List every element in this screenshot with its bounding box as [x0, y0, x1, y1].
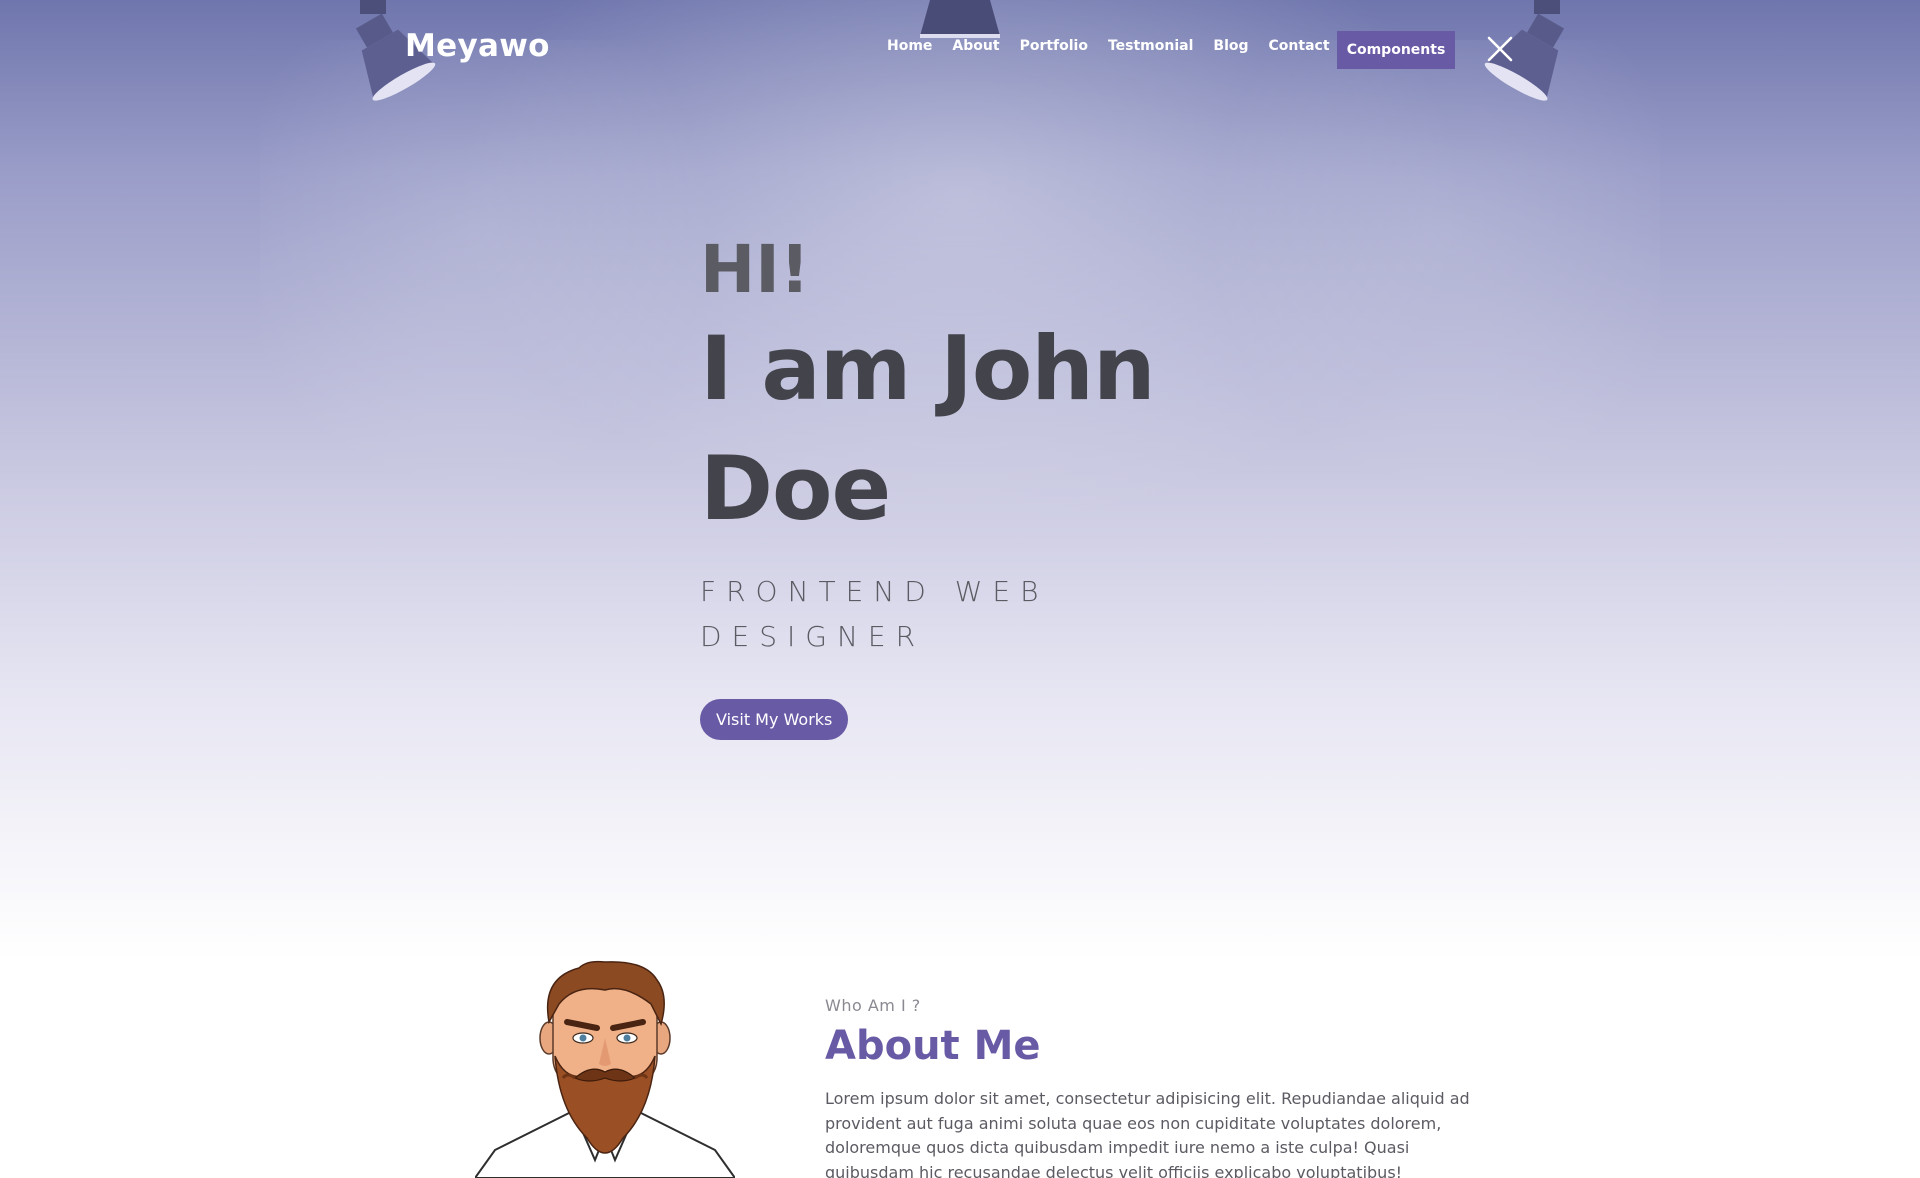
about-paragraph: Lorem ipsum dolor sit amet, consectetur … [825, 1089, 1470, 1178]
nav-links: Home About Portfolio Testmonial Blog Con… [887, 38, 1350, 54]
hero-greeting: HI! [700, 231, 810, 308]
nav-link-contact[interactable]: Contact [1269, 38, 1330, 54]
avatar [475, 960, 735, 1178]
about-section: Who Am I ? About Me Lorem ipsum dolor si… [0, 960, 1920, 1178]
about-eyebrow: Who Am I ? [825, 996, 921, 1015]
about-title: About Me [825, 1023, 1041, 1069]
visit-my-works-button[interactable]: Visit My Works [700, 699, 849, 741]
hero-section: Meyawo Home About Portfolio Testmonial B… [0, 0, 1920, 960]
brand-logo[interactable]: Meyawo [405, 28, 550, 64]
hero-content: HI! I am John Doe FRONTEND WEB DESIGNER … [700, 230, 1400, 741]
nav-link-home[interactable]: Home [887, 38, 932, 54]
close-icon[interactable] [1486, 35, 1514, 63]
nav-link-about[interactable]: About [952, 38, 999, 54]
nav-link-blog[interactable]: Blog [1213, 38, 1248, 54]
top-navbar: Meyawo Home About Portfolio Testmonial B… [0, 0, 1920, 100]
about-text: Who Am I ? About Me Lorem ipsum dolor si… [825, 996, 1495, 1178]
hero-subtitle: FRONTEND WEB DESIGNER [700, 575, 1049, 654]
nav-link-testimonial[interactable]: Testmonial [1108, 38, 1193, 54]
nav-link-portfolio[interactable]: Portfolio [1020, 38, 1088, 54]
bearded-man-avatar-icon [475, 960, 735, 1178]
components-button[interactable]: Components [1337, 31, 1455, 69]
hero-title: I am John Doe [700, 317, 1156, 541]
